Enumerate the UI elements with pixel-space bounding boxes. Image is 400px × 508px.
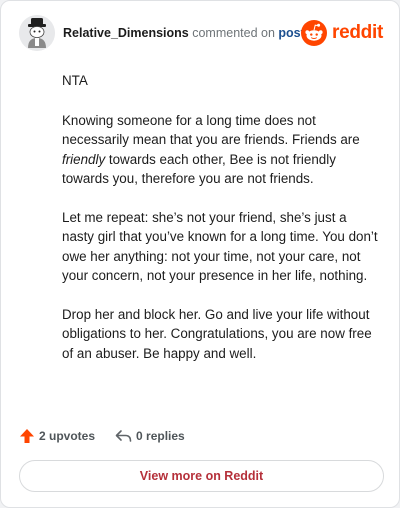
comment-paragraph-1: NTA [62,73,88,88]
reply-button[interactable]: 0 replies [115,429,185,443]
paragraph-2-emphasis: friendly [62,151,106,167]
comment-paragraph-2: Knowing someone for a long time does not… [62,111,382,189]
reddit-wordmark: reddit [332,22,383,43]
reply-count: 0 replies [136,429,185,443]
upvote-button[interactable]: 2 upvotes [19,428,95,444]
comment-paragraph-3: Let me repeat: she’s not your friend, sh… [62,209,378,284]
comment-card: Relative_Dimensions commented on post re… [0,0,400,508]
view-more-on-reddit-button[interactable]: View more on Reddit [19,460,384,492]
comment-meta: Relative_Dimensions commented on post [63,26,305,41]
action-text: commented on [192,26,275,40]
avatar-icon[interactable] [19,15,55,51]
comment-paragraph-4: Drop her and block her. Go and live your… [62,306,372,361]
comment-body: NTA Knowing someone for a long time does… [62,71,382,382]
upvote-count: 2 upvotes [39,429,96,443]
upvote-arrow-icon [20,429,34,443]
author-name[interactable]: Relative_Dimensions [63,26,189,40]
reddit-logo-icon [301,20,328,46]
comment-actions: 2 upvotes 0 replies [19,425,205,447]
comment-header: Relative_Dimensions commented on post re… [19,15,383,55]
paragraph-2-text-a: Knowing someone for a long time does not… [62,112,360,148]
reddit-logo[interactable]: reddit [301,19,383,47]
reply-arrow-icon [115,430,132,442]
